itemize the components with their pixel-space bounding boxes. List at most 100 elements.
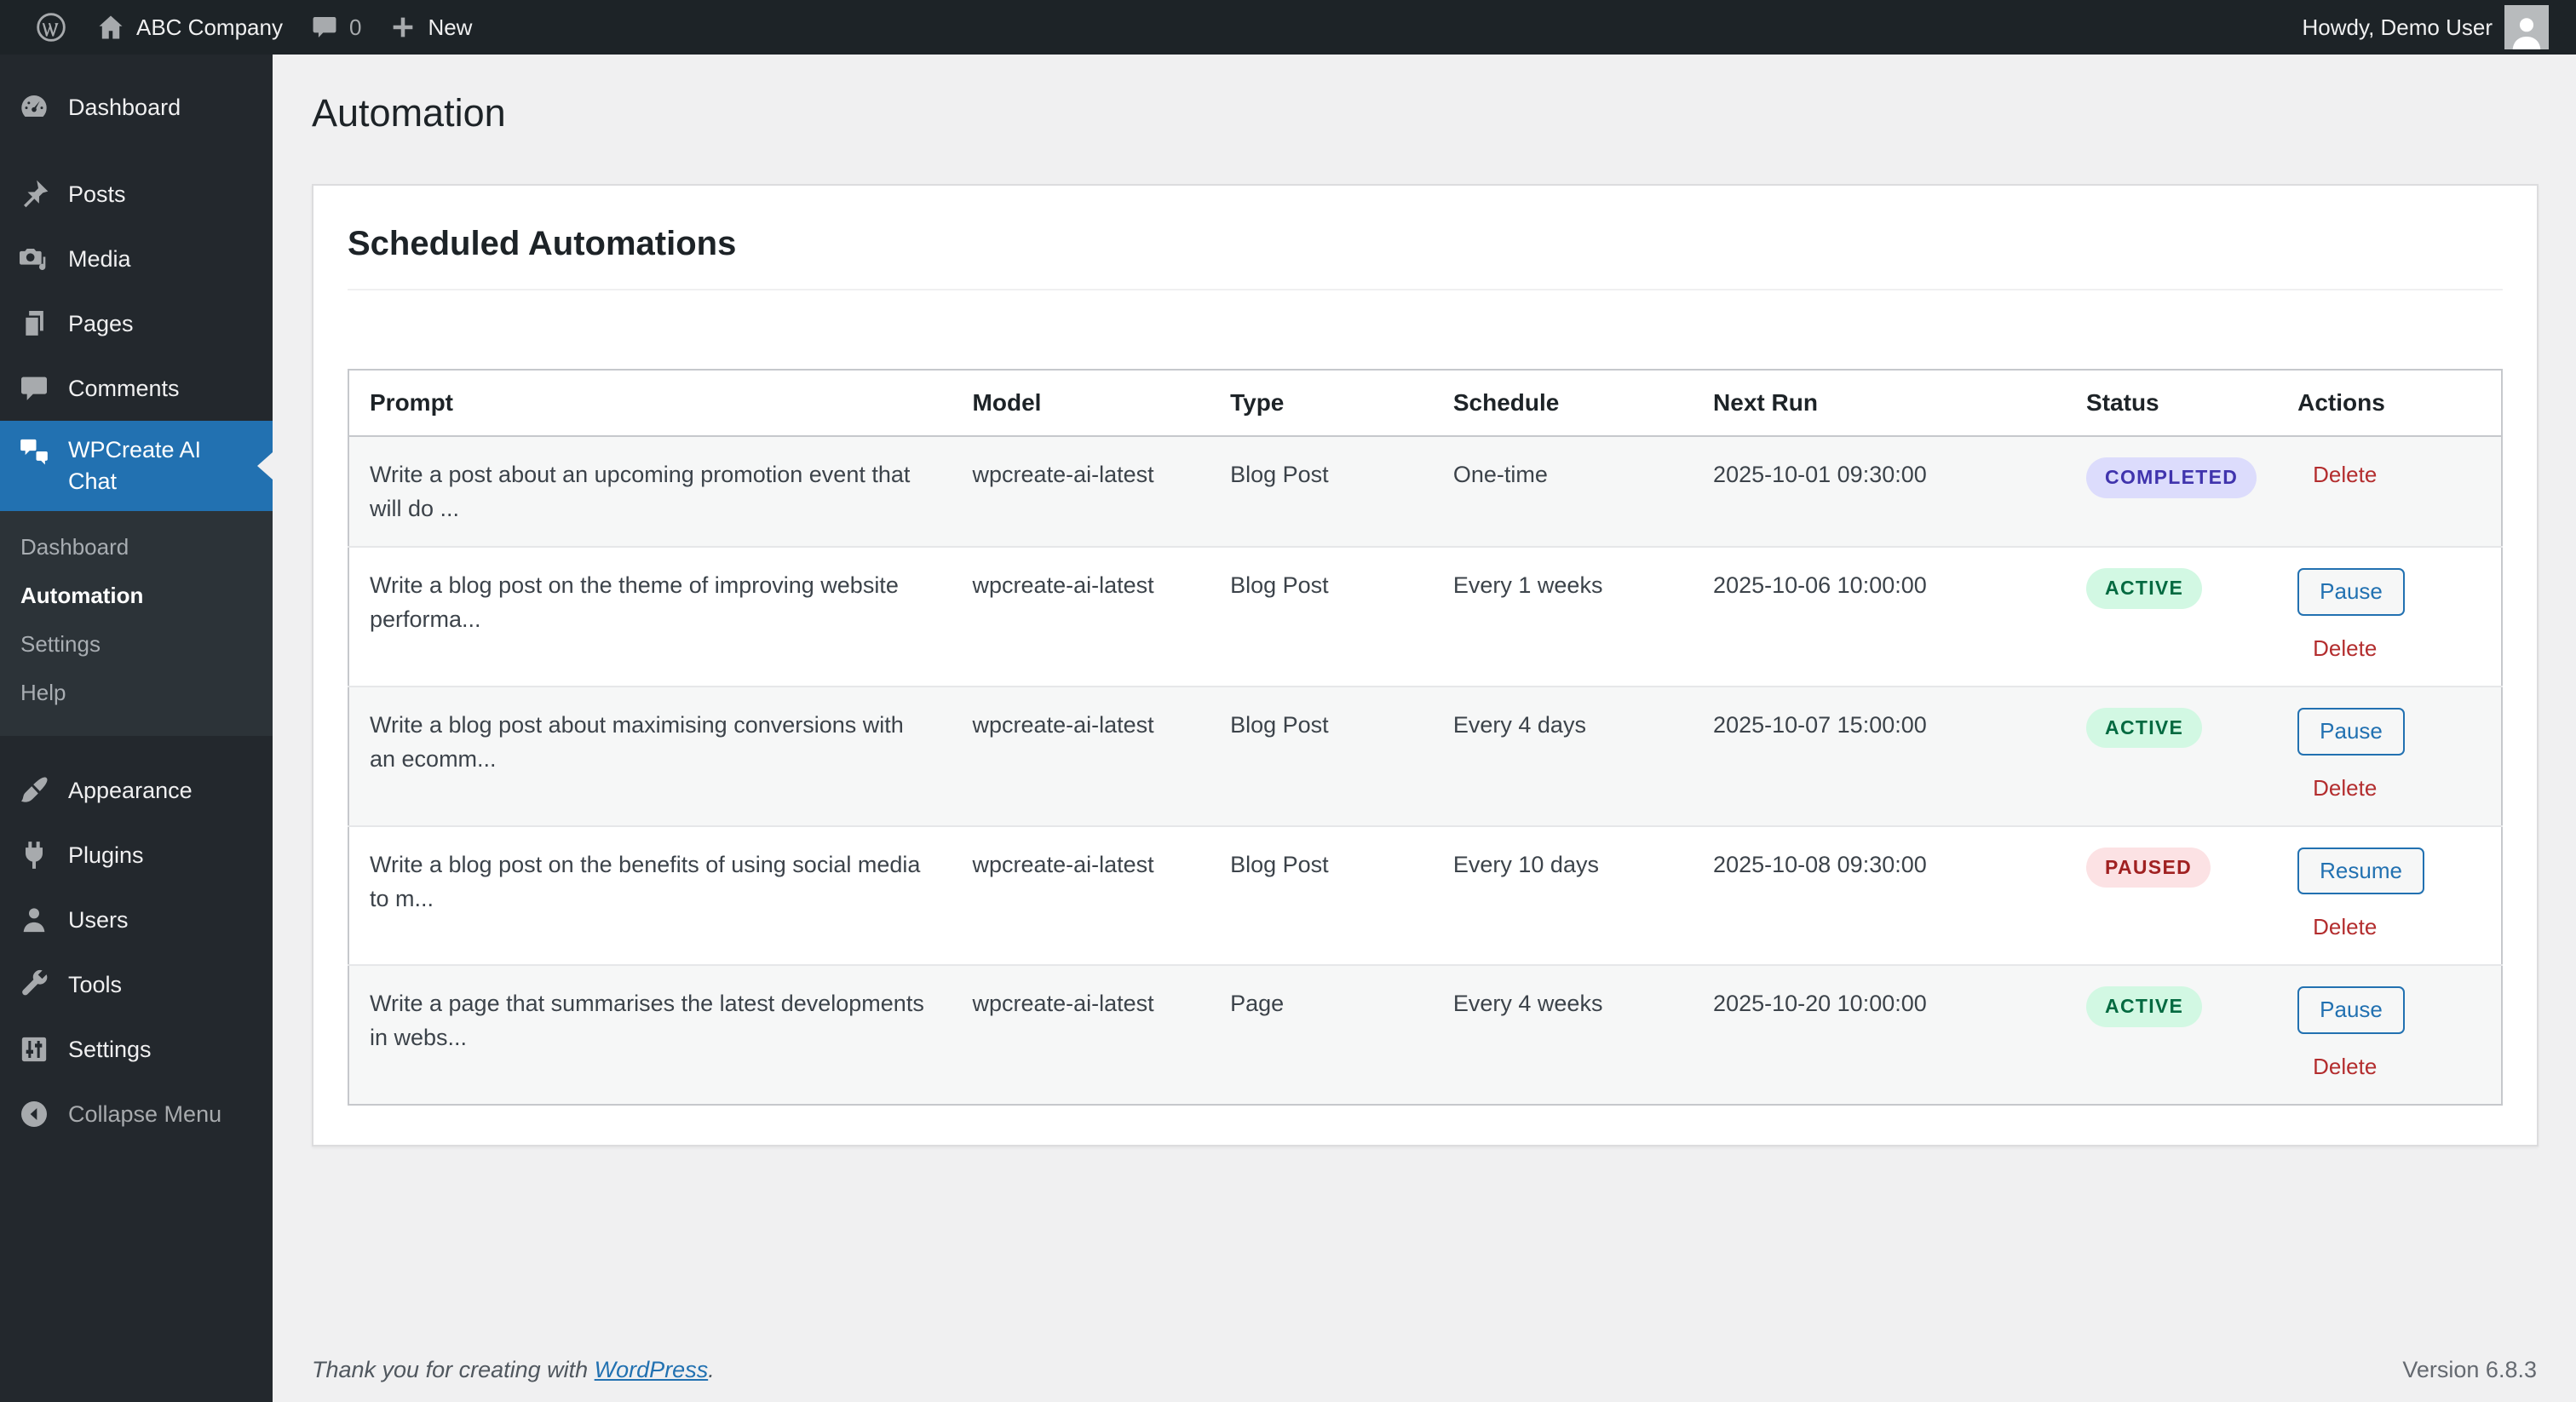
cell-next-run: 2025-10-20 10:00:00	[1713, 991, 1927, 1017]
home-icon	[95, 12, 126, 43]
status-badge: ACTIVE	[2086, 707, 2203, 749]
delete-link[interactable]: Delete	[2313, 771, 2377, 805]
user-icon	[17, 903, 51, 937]
actions-stack: Pause Delete	[2297, 707, 2481, 805]
avatar	[2504, 5, 2549, 49]
cell-type: Blog Post	[1230, 711, 1329, 738]
cell-schedule: Every 4 days	[1452, 711, 1586, 738]
cell-type: Page	[1230, 991, 1285, 1017]
comment-bubble-icon	[310, 13, 339, 42]
site-name-link[interactable]: ABC Company	[82, 0, 296, 55]
cell-schedule: Every 4 weeks	[1452, 991, 1603, 1017]
actions-stack: Pause Delete	[2297, 986, 2481, 1083]
cell-prompt: Write a blog post on the theme of improv…	[370, 572, 899, 632]
page-title: Automation	[312, 91, 506, 135]
cell-type: Blog Post	[1230, 462, 1329, 487]
submenu-item-help[interactable]: Help	[0, 669, 273, 717]
admin-top-bar: ABC Company 0 New Howdy, Demo User	[0, 0, 2576, 55]
automation-row: Write a blog post on the benefits of usi…	[348, 825, 2502, 966]
cell-next-run: 2025-10-06 10:00:00	[1713, 572, 1927, 598]
footer-thanks-prefix: Thank you for creating with	[312, 1357, 595, 1382]
cell-status: ACTIVE	[2066, 687, 2277, 826]
comments-count: 0	[348, 14, 362, 40]
cell-prompt: Write a blog post about maximising conve…	[370, 711, 904, 772]
cell-schedule: Every 1 weeks	[1452, 572, 1603, 598]
cell-next-run: 2025-10-08 09:30:00	[1713, 851, 1927, 877]
howdy-text: Howdy, Demo User	[2302, 14, 2493, 40]
sidebar-item-wpcreate-ai-chat[interactable]: WPCreate AI Chat	[0, 421, 273, 511]
cell-model: wpcreate-ai-latest	[972, 851, 1154, 877]
sidebar-item-tools[interactable]: Tools	[0, 952, 273, 1017]
automation-row: Write a post about an upcoming promotion…	[348, 436, 2502, 547]
comments-shortcut[interactable]: 0	[296, 0, 375, 55]
cell-type: Blog Post	[1230, 572, 1329, 598]
wordpress-link[interactable]: WordPress	[595, 1357, 709, 1382]
pause-button[interactable]: Pause	[2297, 986, 2405, 1035]
wordpress-menu[interactable]	[20, 0, 82, 55]
sidebar-item-plugins[interactable]: Plugins	[0, 823, 273, 888]
cell-status: ACTIVE	[2066, 547, 2277, 687]
status-badge: PAUSED	[2086, 847, 2211, 888]
header-prompt: Prompt	[348, 370, 952, 437]
automation-row: Write a page that summarises the latest …	[348, 965, 2502, 1106]
header-status: Status	[2066, 370, 2278, 437]
actions-stack: Resume Delete	[2297, 847, 2481, 945]
sidebar-item-label: Posts	[68, 181, 126, 207]
sidebar-item-comments[interactable]: Comments	[0, 356, 273, 421]
new-content-menu[interactable]: New	[375, 0, 486, 55]
delete-link[interactable]: Delete	[2313, 1049, 2377, 1083]
status-badge: ACTIVE	[2086, 568, 2203, 609]
cell-actions: Pause Delete	[2277, 547, 2502, 687]
cell-next-run: 2025-10-07 15:00:00	[1713, 711, 1927, 738]
collapse-menu-button[interactable]: Collapse Menu	[0, 1082, 273, 1146]
submenu-item-automation[interactable]: Automation	[0, 572, 273, 620]
sidebar-item-posts[interactable]: Posts	[0, 162, 273, 227]
site-name: ABC Company	[136, 14, 283, 40]
pause-button[interactable]: Pause	[2297, 707, 2405, 756]
sidebar-item-settings[interactable]: Settings	[0, 1017, 273, 1082]
sidebar-item-users[interactable]: Users	[0, 888, 273, 952]
cell-prompt: Write a blog post on the benefits of usi…	[370, 851, 921, 911]
sidebar-item-pages[interactable]: Pages	[0, 291, 273, 356]
delete-link[interactable]: Delete	[2313, 631, 2377, 665]
footer-thanks-suffix: .	[708, 1357, 715, 1382]
cell-next-run: 2025-10-01 09:30:00	[1713, 462, 1927, 487]
wordpress-logo-icon	[34, 10, 68, 44]
table-header-row: Prompt Model Type Schedule Next Run Stat…	[348, 370, 2502, 437]
cell-actions: Pause Delete	[2277, 687, 2502, 826]
submenu-item-dashboard[interactable]: Dashboard	[0, 523, 273, 572]
resume-button[interactable]: Resume	[2297, 847, 2424, 895]
cell-model: wpcreate-ai-latest	[972, 572, 1154, 598]
automations-table: Prompt Model Type Schedule Next Run Stat…	[348, 369, 2503, 1106]
new-label: New	[428, 14, 473, 40]
submenu-item-settings[interactable]: Settings	[0, 620, 273, 669]
actions-stack: Pause Delete	[2297, 568, 2481, 665]
sidebar-item-label: Dashboard	[68, 94, 181, 120]
heading-divider	[348, 289, 2503, 290]
sidebar-item-label: Settings	[68, 1036, 152, 1062]
cell-status: COMPLETED	[2066, 436, 2277, 547]
cell-prompt: Write a page that summarises the latest …	[370, 991, 924, 1051]
sidebar-item-label: Media	[68, 245, 131, 272]
header-model: Model	[952, 370, 1210, 437]
plug-icon	[17, 838, 51, 872]
wpcreate-submenu: Dashboard Automation Settings Help	[0, 511, 273, 736]
cell-model: wpcreate-ai-latest	[972, 991, 1154, 1017]
main-content: Automation Scheduled Automations Prompt …	[273, 55, 2576, 1402]
delete-link[interactable]: Delete	[2313, 910, 2377, 944]
sidebar-item-label: Users	[68, 906, 129, 933]
sidebar-item-label: Appearance	[68, 777, 193, 803]
delete-link[interactable]: Delete	[2313, 457, 2377, 491]
sidebar-item-dashboard[interactable]: Dashboard	[0, 75, 273, 140]
sidebar-item-media[interactable]: Media	[0, 227, 273, 291]
automations-tbody: Write a post about an upcoming promotion…	[348, 436, 2502, 1106]
dashboard-gauge-icon	[17, 90, 51, 124]
actions-stack: Delete	[2297, 457, 2481, 491]
sidebar-item-label: Pages	[68, 310, 134, 336]
account-menu[interactable]: Howdy, Demo User	[2296, 5, 2556, 49]
cell-actions: Delete	[2277, 436, 2502, 547]
sidebar-item-appearance[interactable]: Appearance	[0, 758, 273, 823]
footer-version: Version 6.8.3	[2402, 1357, 2537, 1382]
admin-menu: Dashboard Posts Media Pages Comments WPC…	[0, 55, 273, 1146]
pause-button[interactable]: Pause	[2297, 568, 2405, 616]
